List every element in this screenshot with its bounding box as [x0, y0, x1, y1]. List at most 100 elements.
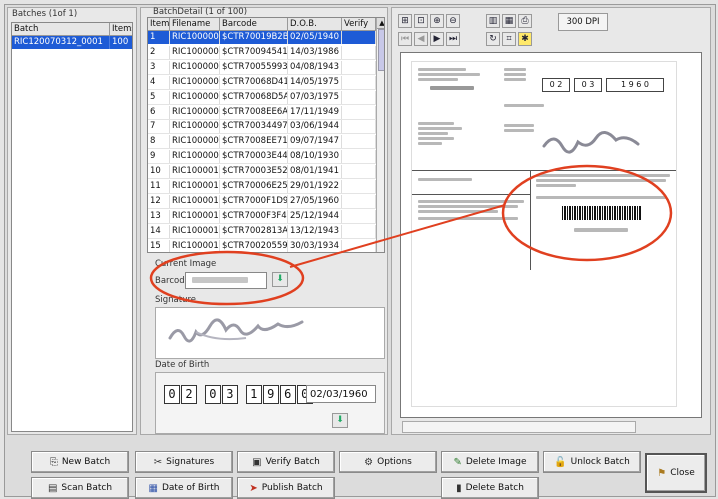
- delete-image-label: Delete Image: [465, 457, 527, 467]
- new-batch-button[interactable]: ⎘ New Batch: [31, 451, 129, 473]
- scroll-thumb[interactable]: [378, 29, 384, 71]
- detail-table-row[interactable]: 2RIC1000002.t$CTR7009454114/03/1986: [148, 45, 376, 60]
- detail-table-row[interactable]: 11RIC1000011.t$CTR70006E2529/01/1922: [148, 180, 376, 194]
- col-item[interactable]: Item: [148, 18, 170, 31]
- grid-view-icon[interactable]: ▦: [502, 14, 516, 28]
- dob-down-arrow-icon[interactable]: ⬇: [332, 413, 348, 428]
- image-hscrollbar[interactable]: [402, 421, 636, 433]
- first-page-icon[interactable]: ⏮: [398, 32, 412, 46]
- detail-cell-verify: [342, 31, 376, 44]
- detail-list[interactable]: Item Filename Barcode D.O.B. Verify 1 RIC…: [147, 17, 385, 253]
- doc-dob-boxes: 0 2 0 3 1 9 6 0: [542, 78, 666, 92]
- batch-name: RIC120070312_0001: [12, 36, 110, 49]
- detail-table-row[interactable]: 15RIC1000015.t$CTR7002055930/03/1934: [148, 239, 376, 252]
- detail-cell-item: 3: [148, 60, 170, 74]
- doc-signature-icon: [542, 131, 640, 154]
- print-icon[interactable]: ⎙: [518, 14, 532, 28]
- scroll-up-arrow-icon[interactable]: ▲: [377, 18, 384, 29]
- detail-cell-dob: 27/05/1960: [288, 194, 342, 208]
- zoom-fit-icon[interactable]: ⊞: [398, 14, 412, 28]
- options-label: Options: [377, 457, 412, 467]
- col-barcode[interactable]: Barcode: [220, 18, 288, 31]
- detail-table-row[interactable]: 6RIC1000006.t$CTR7008EE6A17/11/1949: [148, 105, 376, 120]
- detail-cell-verify: [342, 150, 376, 164]
- date-of-birth-button[interactable]: ▦ Date of Birth: [135, 477, 233, 499]
- detail-cell-verify: [342, 90, 376, 104]
- detail-cell-verify: [342, 60, 376, 74]
- doc-text-block: [418, 127, 462, 130]
- detail-table-row[interactable]: 9RIC1000009.t$CTR70003E4408/10/1930: [148, 150, 376, 165]
- rotate-icon[interactable]: ↻: [486, 32, 500, 46]
- col-verify[interactable]: Verify: [342, 18, 376, 31]
- detail-cell-item: 6: [148, 105, 170, 119]
- delete-batch-button[interactable]: ▮ Delete Batch: [441, 477, 539, 499]
- detail-table-row[interactable]: 14RIC1000014.t$CTR7002813A13/12/1943: [148, 224, 376, 239]
- verify-batch-button[interactable]: ▣ Verify Batch: [237, 451, 335, 473]
- detail-cell-item: 8: [148, 135, 170, 149]
- detail-table-row[interactable]: 5RIC1000005.t$CTR70068D5A07/03/1975: [148, 90, 376, 105]
- doc-text-block: [504, 78, 526, 81]
- detail-table-row[interactable]: 8RIC1000008.t$CTR7008EE7109/07/1947: [148, 135, 376, 150]
- batches-col-items[interactable]: Items: [110, 23, 132, 36]
- delete-image-button[interactable]: ✎ Delete Image: [441, 451, 539, 473]
- detail-scrollbar[interactable]: ▲: [376, 18, 384, 252]
- zoom-in-icon[interactable]: ⊕: [430, 14, 444, 28]
- unlock-batch-button[interactable]: 🔓 Unlock Batch: [543, 451, 641, 473]
- next-page-icon[interactable]: ▶: [430, 32, 444, 46]
- batches-list[interactable]: Batch Items RIC120070312_0001 100: [11, 22, 133, 432]
- zoom-area-icon[interactable]: ⊡: [414, 14, 428, 28]
- dob-input[interactable]: 02/03/1960: [306, 385, 376, 403]
- detail-cell-item: 10: [148, 165, 170, 179]
- detail-table-row[interactable]: 10RIC1000010.t$CTR70003E5208/01/1941: [148, 165, 376, 180]
- detail-cell-filename: RIC1000001.t: [172, 31, 220, 44]
- detail-table-row[interactable]: 3RIC1000003.t$CTR7005599304/08/1943: [148, 60, 376, 75]
- batches-panel: Batches (1of 1) Batch Items RIC120070312…: [7, 7, 137, 435]
- detail-table-row[interactable]: 1RIC1000001.t$CTR70019B2B02/05/1940: [148, 31, 376, 44]
- detail-cell-verify: [342, 194, 376, 208]
- delete-batch-label: Delete Batch: [465, 483, 524, 493]
- highlight-icon[interactable]: ✱: [518, 32, 532, 46]
- detail-table-row[interactable]: 7RIC1000007.t$CTR7003449703/06/1944: [148, 120, 376, 135]
- detail-cell-item: 11: [148, 180, 170, 193]
- barcode-down-arrow-icon[interactable]: ⬇: [272, 272, 288, 287]
- scan-batch-button[interactable]: ▤ Scan Batch: [31, 477, 129, 499]
- detail-cell-filename: RIC1000002.t: [172, 45, 220, 59]
- detail-cell-filename: RIC1000012.t: [172, 194, 220, 208]
- publish-batch-button[interactable]: ➤ Publish Batch: [237, 477, 335, 499]
- detail-cell-verify: [342, 209, 376, 223]
- doc-barcode-text: [574, 228, 628, 232]
- barcode-redacted: [192, 277, 248, 283]
- unlock-batch-label: Unlock Batch: [570, 457, 630, 467]
- batch-row[interactable]: RIC120070312_0001 100: [12, 36, 132, 49]
- barcode-field[interactable]: [185, 272, 267, 289]
- detail-cell-dob: 14/03/1986: [288, 45, 342, 59]
- new-batch-icon: ⎘: [49, 456, 58, 468]
- doc-page: 0 2 0 3 1 9 6 0: [411, 61, 677, 407]
- batches-col-batch[interactable]: Batch: [12, 23, 110, 36]
- barcode-view-icon[interactable]: ▥: [486, 14, 500, 28]
- dob-group-label: Date of Birth: [155, 360, 210, 370]
- options-icon: ⚙: [364, 456, 374, 468]
- prev-page-icon[interactable]: ◀: [414, 32, 428, 46]
- zoom-out-icon[interactable]: ⊖: [446, 14, 460, 28]
- doc-text-block: [536, 184, 576, 187]
- detail-cell-barcode: $CTR7008EE6A: [222, 105, 288, 119]
- detail-cell-verify: [342, 75, 376, 89]
- close-button[interactable]: ⚑ Close: [645, 453, 707, 493]
- detail-table-row[interactable]: 13RIC1000013.t$CTR7000F3F425/12/1944: [148, 209, 376, 224]
- crop-icon[interactable]: ⌗: [502, 32, 516, 46]
- batch-items: 100: [110, 36, 132, 49]
- signatures-button[interactable]: ✂ Signatures: [135, 451, 233, 473]
- close-label: Close: [670, 468, 695, 478]
- last-page-icon[interactable]: ⏭: [446, 32, 460, 46]
- detail-table-row[interactable]: 4RIC1000004.t$CTR70068D4114/05/1975: [148, 75, 376, 90]
- detail-cell-item: 15: [148, 239, 170, 252]
- signature-label: Signature: [155, 295, 197, 305]
- dob-digit: 1: [245, 385, 262, 404]
- options-button[interactable]: ⚙ Options: [339, 451, 437, 473]
- verify-batch-icon: ▣: [252, 456, 262, 468]
- doc-text-block: [418, 210, 498, 213]
- detail-table-row[interactable]: 12RIC1000012.t$CTR7000F1D927/05/1960: [148, 194, 376, 209]
- col-dob[interactable]: D.O.B.: [288, 18, 342, 31]
- col-filename[interactable]: Filename: [170, 18, 220, 31]
